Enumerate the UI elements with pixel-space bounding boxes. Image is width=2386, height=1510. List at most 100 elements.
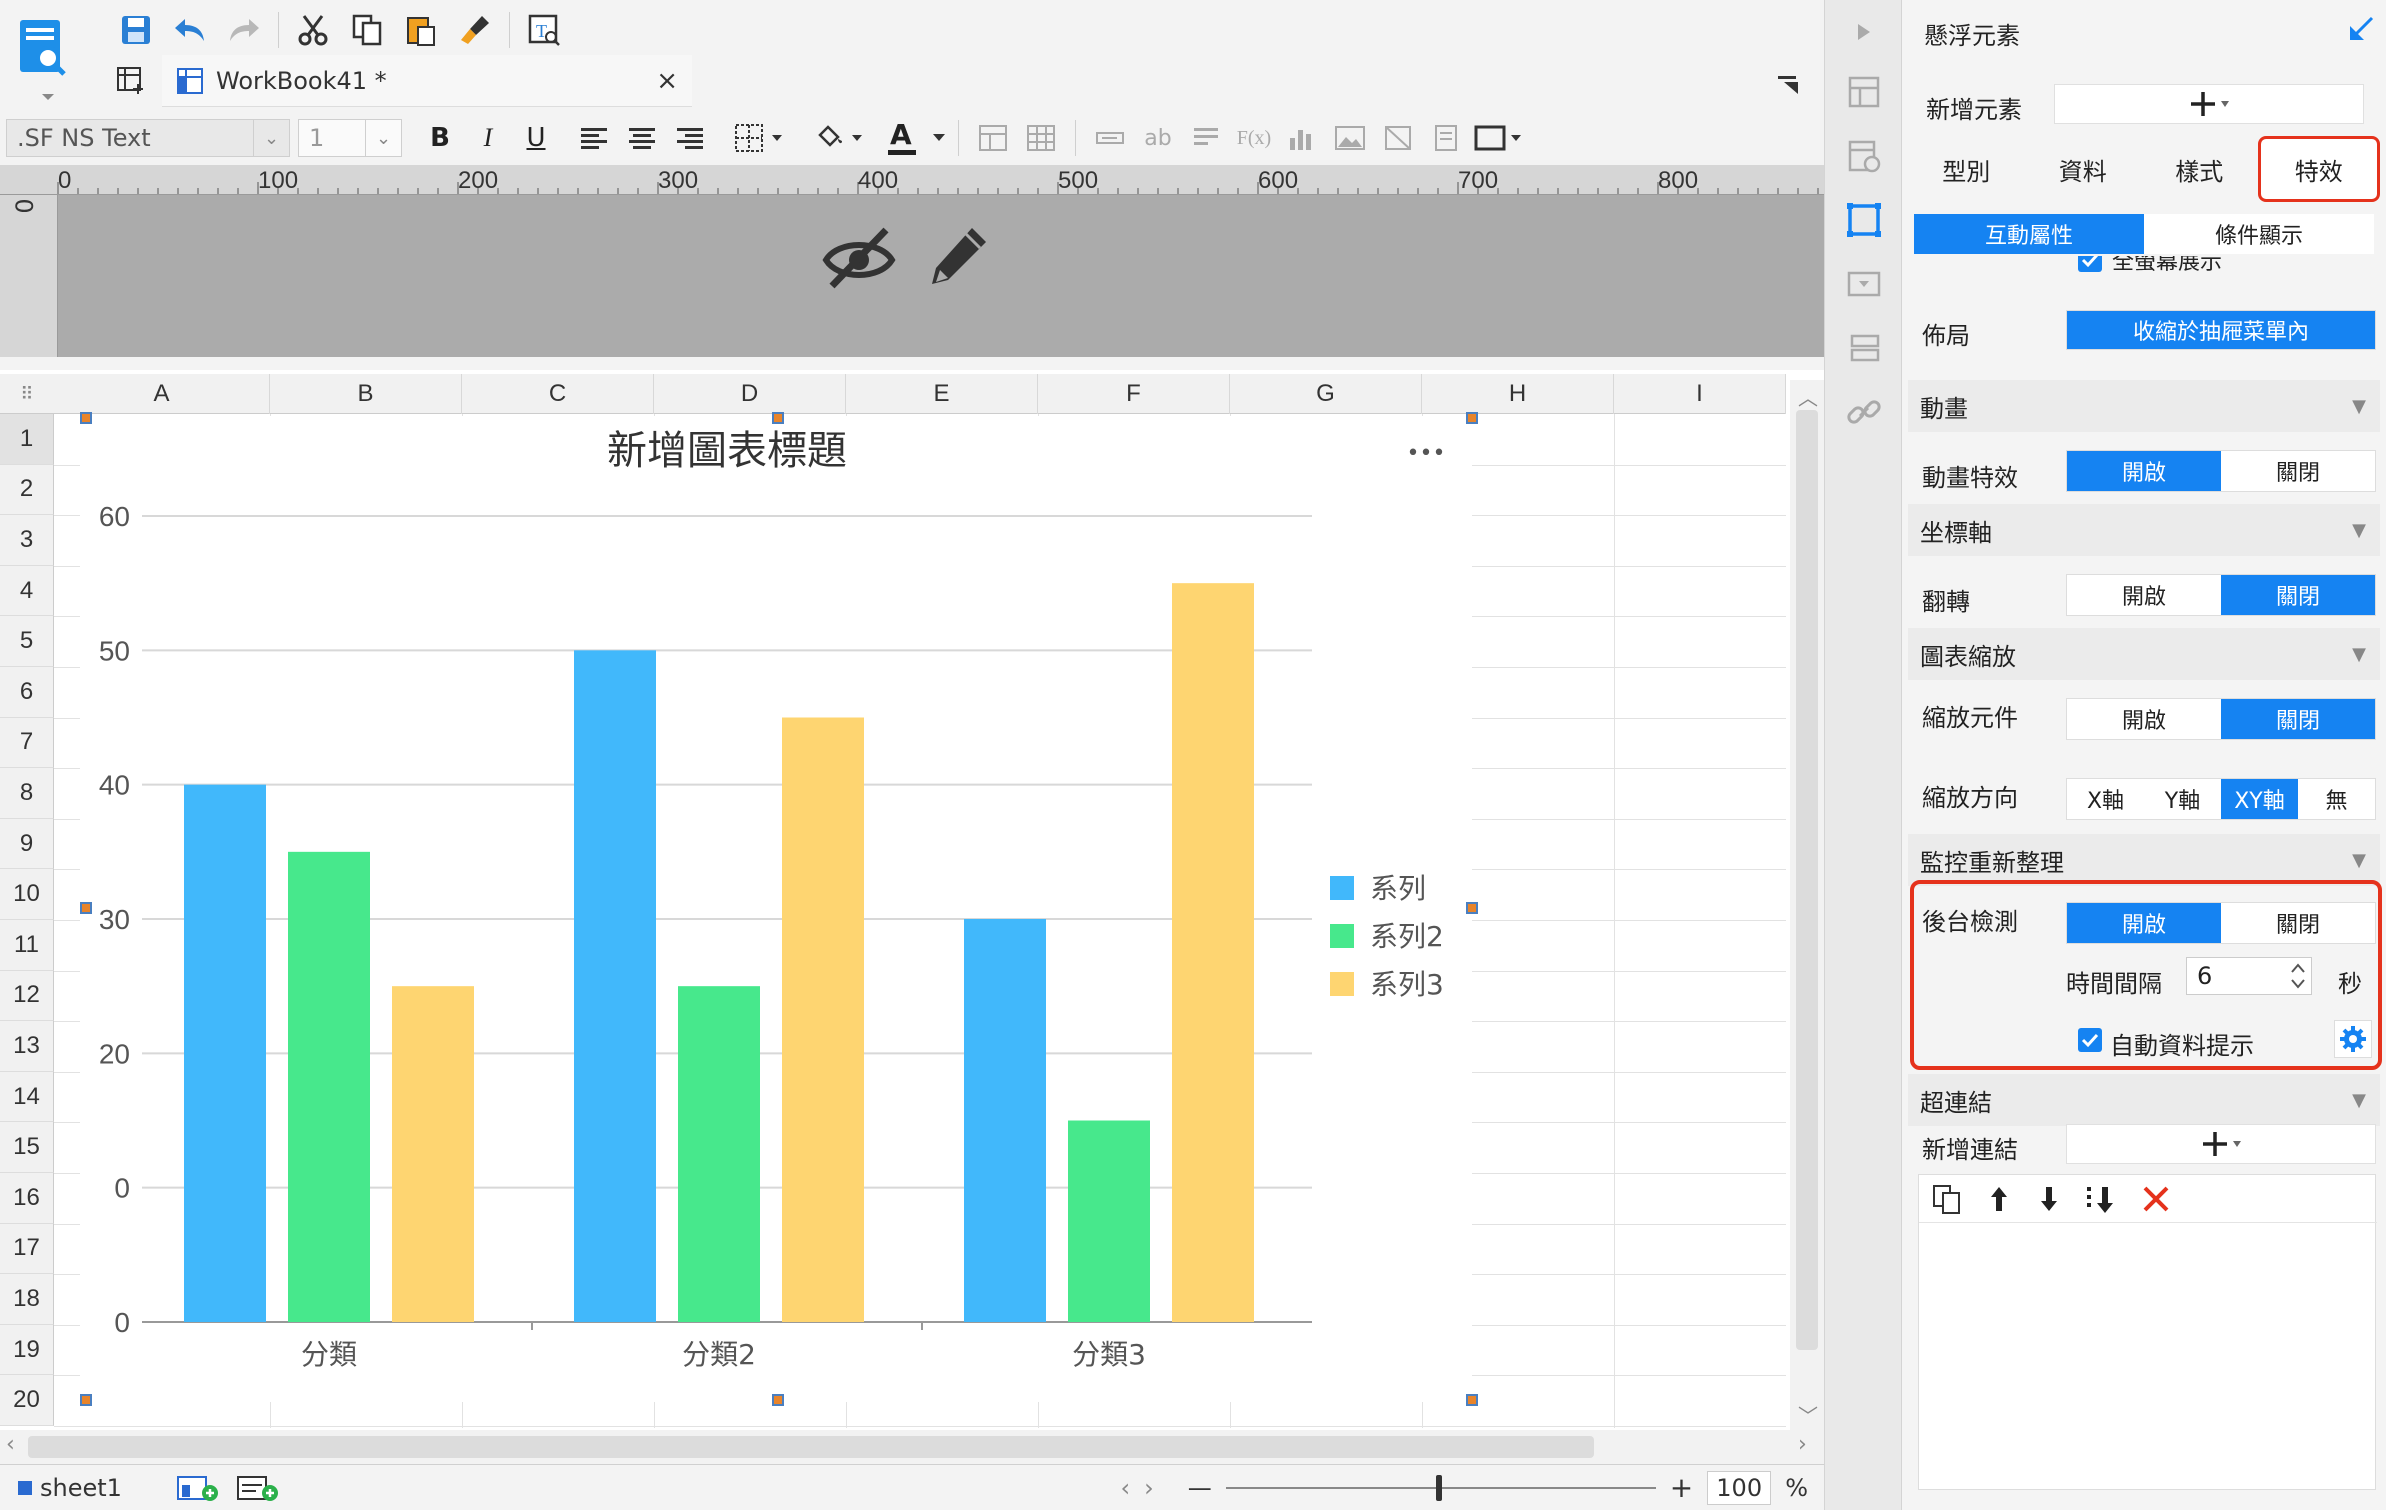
freeze-pane-icon[interactable]	[969, 118, 1017, 158]
row-header[interactable]: 18	[0, 1274, 54, 1325]
zoom-component-toggle[interactable]: 開啟 關閉	[2066, 698, 2376, 740]
resize-handle[interactable]	[1466, 1394, 1478, 1406]
resize-handle[interactable]	[1466, 412, 1478, 424]
add-report-icon[interactable]	[236, 1473, 280, 1503]
flip-on-option[interactable]: 開啟	[2067, 575, 2221, 615]
cell-element-icon[interactable]	[1844, 72, 1884, 112]
move-down-icon[interactable]	[2035, 1183, 2063, 1215]
select-all-icon[interactable]: ⠿	[0, 374, 54, 414]
flip-toggle[interactable]: 開啟 關閉	[2066, 574, 2376, 616]
subtab-interaction[interactable]: 互動屬性	[1914, 214, 2144, 254]
chevron-down-icon[interactable]: ▼	[2352, 1090, 2366, 1111]
horizontal-scroll-thumb[interactable]	[28, 1436, 1594, 1458]
app-logo-icon[interactable]	[14, 14, 82, 104]
save-icon[interactable]	[116, 10, 156, 50]
text-area-icon[interactable]	[1182, 118, 1230, 158]
row-header[interactable]: 17	[0, 1223, 54, 1275]
resize-handle[interactable]	[772, 412, 784, 424]
collapse-toolbar-icon[interactable]	[1776, 70, 1802, 96]
resize-handle[interactable]	[80, 412, 92, 424]
italic-button[interactable]: I	[464, 118, 512, 158]
interval-stepper[interactable]	[2286, 958, 2310, 994]
row-header[interactable]: 19	[0, 1324, 54, 1376]
widget-icon[interactable]	[1844, 264, 1884, 304]
document-icon[interactable]	[1422, 118, 1470, 158]
pencil-icon[interactable]	[926, 224, 990, 290]
page-prev-icon[interactable]: ‹	[1121, 1474, 1131, 1502]
row-header[interactable]: 12	[0, 970, 54, 1022]
add-sheet-icon[interactable]	[176, 1473, 220, 1503]
new-sheet-icon[interactable]	[116, 64, 150, 98]
column-header-i[interactable]: I	[1614, 374, 1786, 414]
page-next-icon[interactable]: ›	[1144, 1474, 1154, 1502]
resize-handle[interactable]	[80, 1394, 92, 1406]
undo-icon[interactable]	[170, 10, 210, 50]
animation-on-option[interactable]: 開啟	[2067, 451, 2221, 491]
resize-handle[interactable]	[772, 1394, 784, 1406]
sheet-tab[interactable]: sheet1	[18, 1474, 122, 1502]
link-list[interactable]	[1918, 1174, 2377, 1490]
column-header-d[interactable]: D	[654, 374, 846, 414]
vertical-scroll-thumb[interactable]	[1796, 410, 1818, 1350]
row-header[interactable]: 16	[0, 1173, 54, 1224]
link-icon[interactable]	[1844, 392, 1884, 432]
zoom-slider-thumb[interactable]	[1435, 1474, 1442, 1501]
fill-color-icon[interactable]	[810, 118, 874, 158]
background-check-off-option[interactable]: 關閉	[2221, 903, 2375, 943]
row-header[interactable]: 20	[0, 1375, 54, 1426]
zoom-value-input[interactable]: 100	[1707, 1470, 1772, 1505]
tab-style[interactable]: 樣式	[2141, 136, 2258, 202]
zoom-direction-xy[interactable]: XY軸	[2221, 779, 2298, 819]
bold-button[interactable]: B	[416, 118, 464, 158]
flip-off-option[interactable]: 關閉	[2221, 575, 2375, 615]
chevron-down-icon[interactable]: ▼	[2352, 850, 2366, 871]
row-header[interactable]: 11	[0, 920, 54, 971]
fullscreen-checkbox[interactable]	[2078, 256, 2102, 272]
row-header[interactable]: 5	[0, 616, 54, 667]
move-up-icon[interactable]	[1985, 1183, 2013, 1215]
column-header-a[interactable]: A	[54, 374, 270, 414]
text-color-button[interactable]: A	[884, 118, 948, 158]
column-header-g[interactable]: G	[1230, 374, 1422, 414]
row-header[interactable]: 6	[0, 667, 54, 718]
row-header[interactable]: 10	[0, 869, 54, 920]
border-select-icon[interactable]	[730, 118, 794, 158]
font-size-select[interactable]: 1 ⌄	[298, 119, 402, 157]
scroll-up-icon[interactable]: ︿	[1798, 382, 1818, 411]
scroll-down-icon[interactable]: ﹀	[1798, 1400, 1818, 1429]
slash-icon[interactable]	[1374, 118, 1422, 158]
align-center-icon[interactable]	[618, 118, 666, 158]
row-header[interactable]: 15	[0, 1122, 54, 1173]
row-header[interactable]: 4	[0, 565, 54, 617]
row-header[interactable]: 9	[0, 818, 54, 870]
row-header[interactable]: 1	[0, 414, 54, 465]
align-right-icon[interactable]	[666, 118, 714, 158]
workbook-tab[interactable]: WorkBook41 * ×	[162, 55, 692, 107]
zoom-in-button[interactable]: +	[1670, 1471, 1693, 1504]
zoom-component-on-option[interactable]: 開啟	[2067, 699, 2221, 739]
cell-border-icon[interactable]	[1470, 118, 1530, 158]
row-header[interactable]: 7	[0, 717, 54, 769]
subtab-condition[interactable]: 條件顯示	[2144, 214, 2374, 254]
align-left-icon[interactable]	[570, 118, 618, 158]
form-icon[interactable]	[1844, 328, 1884, 368]
font-family-select[interactable]: .SF NS Text ⌄	[6, 119, 290, 157]
column-header-f[interactable]: F	[1038, 374, 1230, 414]
insert-chart-icon[interactable]	[1278, 118, 1326, 158]
float-element-icon[interactable]	[1844, 200, 1884, 240]
column-header-e[interactable]: E	[846, 374, 1038, 414]
expand-panel-icon[interactable]	[1844, 12, 1884, 52]
row-header[interactable]: 2	[0, 464, 54, 516]
row-header[interactable]: 13	[0, 1021, 54, 1072]
chevron-down-icon[interactable]: ▼	[2352, 520, 2366, 541]
zoom-out-button[interactable]: —	[1188, 1474, 1212, 1502]
move-bottom-icon[interactable]	[2085, 1183, 2119, 1215]
format-painter-icon[interactable]	[455, 10, 495, 50]
chevron-down-icon[interactable]: ▼	[2352, 396, 2366, 417]
bar-chart[interactable]: 新增圖表標題 ••• 0 0 20 30 40 50 60 分類 分類2 分類3 系列 系列2 系列3	[80, 416, 1472, 1402]
scroll-left-icon[interactable]: ‹	[6, 1432, 15, 1457]
auto-tip-checkbox[interactable]	[2078, 1028, 2102, 1052]
add-link-button[interactable]	[2066, 1124, 2376, 1164]
formula-icon[interactable]: F(x)	[1230, 118, 1278, 158]
scroll-right-icon[interactable]: ›	[1798, 1432, 1807, 1457]
